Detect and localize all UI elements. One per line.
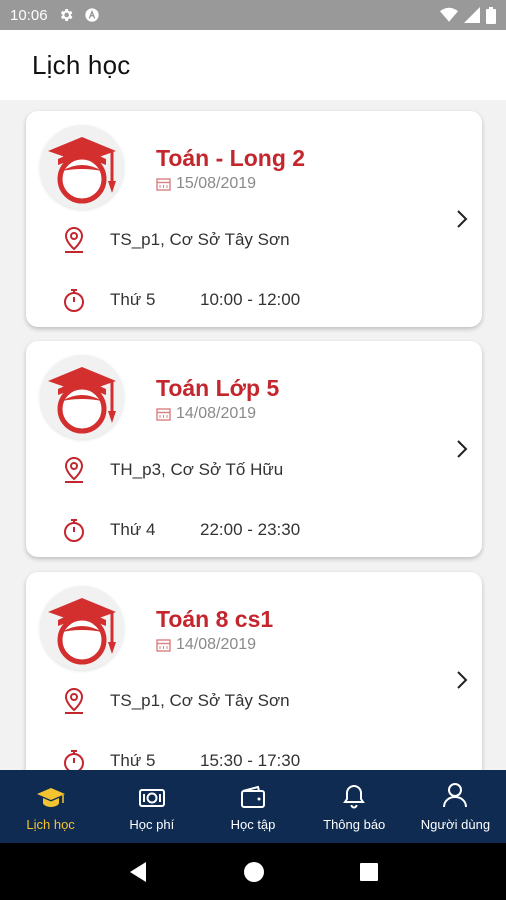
settings-icon (58, 7, 74, 23)
battery-icon (486, 6, 496, 24)
back-icon[interactable] (128, 861, 148, 883)
class-date-text: 15/08/2019 (176, 175, 257, 192)
stopwatch-icon (62, 287, 86, 313)
recents-icon[interactable] (360, 862, 379, 881)
schedule-card[interactable]: Toán 8 cs1 14/08/2019 TS_p1, Cơ Sở Tây S… (26, 572, 482, 770)
bell-icon (342, 781, 366, 809)
bottom-nav: Lịch học Học phí Học tập Thông báo Người… (0, 770, 506, 843)
class-title: Toán Lớp 5 (156, 375, 280, 401)
class-title: Toán - Long 2 (156, 145, 306, 171)
wallet-icon (240, 781, 266, 809)
page-title: Lịch học (32, 49, 131, 80)
location-text: TH_p3, Cơ Sở Tố Hữu (110, 460, 284, 479)
graduate-icon (48, 598, 116, 665)
signal-icon (464, 7, 480, 23)
nav-item-thong-bao[interactable]: Thông báo (304, 770, 405, 843)
class-date-text: 14/08/2019 (176, 636, 257, 653)
time-row: Thứ 4 22:00 - 23:30 (62, 517, 300, 543)
schedule-list[interactable]: Toán - Long 2 15/08/2019 TS_p1, Cơ Sở Tâ… (0, 100, 506, 770)
map-pin-icon (62, 456, 86, 483)
graduation-cap-icon (36, 781, 66, 809)
class-date: 14/08/2019 (156, 405, 256, 423)
nav-item-hoc-tap[interactable]: Học tập (202, 770, 303, 843)
class-date: 14/08/2019 (156, 636, 256, 654)
map-pin-icon (62, 687, 86, 714)
a-badge-icon (84, 7, 100, 23)
status-bar: 10:06 (0, 0, 506, 30)
student-avatar (40, 586, 124, 670)
graduate-icon (48, 367, 116, 434)
location-row: TH_p3, Cơ Sở Tố Hữu (62, 456, 284, 483)
weekday-text: Thứ 5 (110, 751, 156, 770)
student-avatar (40, 355, 124, 439)
schedule-card[interactable]: Toán - Long 2 15/08/2019 TS_p1, Cơ Sở Tâ… (26, 111, 482, 327)
time-row: Thứ 5 10:00 - 12:00 (62, 287, 300, 313)
weekday-text: Thứ 5 (110, 290, 156, 309)
nav-label: Người dùng (420, 817, 491, 832)
time-row: Thứ 5 15:30 - 17:30 (62, 748, 300, 770)
calendar-icon (156, 408, 171, 421)
nav-label: Học phí (129, 817, 175, 832)
status-time: 10:06 (10, 6, 48, 24)
app-header: Lịch học (0, 30, 506, 100)
nav-item-nguoi-dung[interactable]: Người dùng (405, 770, 506, 843)
time-range-text: 10:00 - 12:00 (200, 290, 301, 309)
location-text: TS_p1, Cơ Sở Tây Sơn (110, 230, 290, 249)
system-nav-bar (0, 843, 506, 900)
class-title: Toán 8 cs1 (156, 606, 274, 632)
user-icon (442, 781, 468, 809)
nav-item-hoc-phi[interactable]: Học phí (101, 770, 202, 843)
map-pin-icon (62, 226, 86, 253)
chevron-right-icon[interactable] (452, 205, 472, 233)
money-icon (138, 781, 166, 809)
weekday-text: Thứ 4 (110, 520, 156, 539)
class-date-text: 14/08/2019 (176, 405, 257, 422)
calendar-icon (156, 639, 171, 652)
time-range-text: 15:30 - 17:30 (200, 751, 301, 770)
nav-label: Lịch học (26, 817, 75, 832)
stopwatch-icon (62, 748, 86, 770)
graduate-icon (48, 137, 116, 204)
time-range-text: 22:00 - 23:30 (200, 520, 301, 539)
location-row: TS_p1, Cơ Sở Tây Sơn (62, 687, 290, 714)
nav-label: Thông báo (323, 817, 386, 832)
chevron-right-icon[interactable] (452, 666, 472, 694)
schedule-card[interactable]: Toán Lớp 5 14/08/2019 TH_p3, Cơ Sở Tố Hữ… (26, 341, 482, 557)
wifi-icon (440, 7, 458, 23)
location-row: TS_p1, Cơ Sở Tây Sơn (62, 226, 290, 253)
nav-label: Học tập (230, 817, 276, 832)
class-date: 15/08/2019 (156, 175, 256, 193)
nav-item-lich-hoc[interactable]: Lịch học (0, 770, 101, 843)
home-icon[interactable] (243, 861, 265, 883)
location-text: TS_p1, Cơ Sở Tây Sơn (110, 691, 290, 710)
stopwatch-icon (62, 517, 86, 543)
student-avatar (40, 125, 124, 209)
calendar-icon (156, 178, 171, 191)
chevron-right-icon[interactable] (452, 435, 472, 463)
